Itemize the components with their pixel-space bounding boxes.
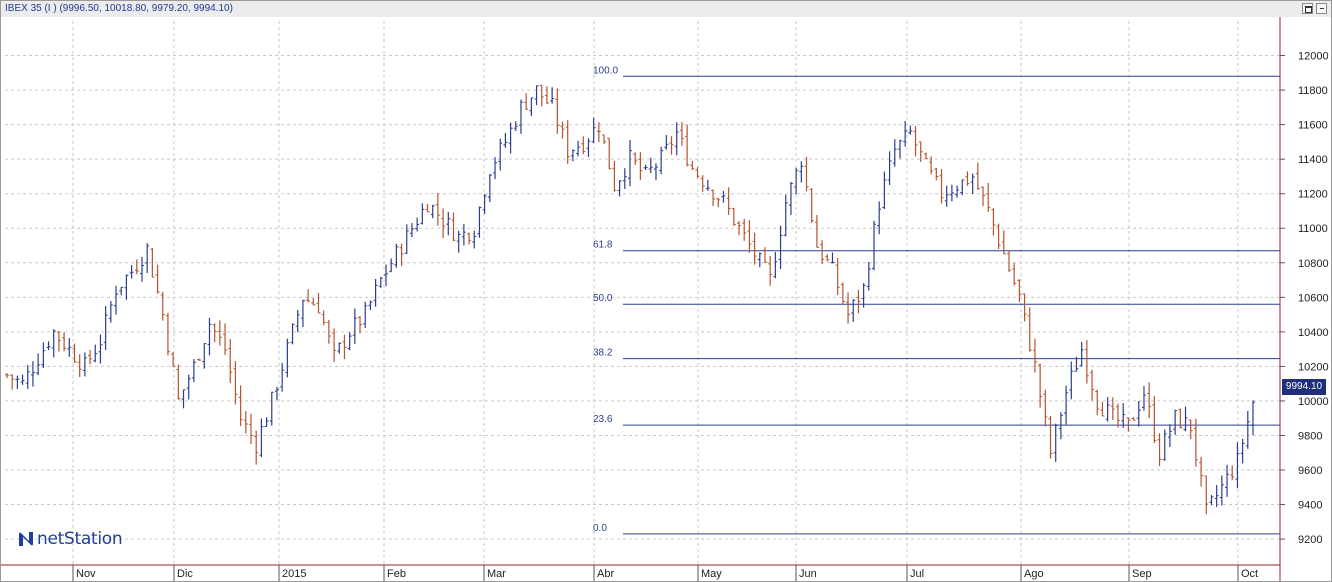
y-tick-label: 9200 [1298, 534, 1322, 546]
x-tick-label: 2015 [282, 568, 306, 580]
price-chart[interactable]: 100.0 61.8 50.0 38.2 23.6 0.0 9200 9400 9600 980… [1, 17, 1331, 581]
y-tick-label: 10400 [1298, 327, 1329, 339]
window-title: IBEX 35 (I ) (9996.50, 10018.80, 9979.20… [5, 3, 233, 14]
y-tick-label: 11000 [1298, 223, 1328, 235]
x-tick-label: Abr [597, 568, 614, 580]
x-tick-label: Ago [1024, 568, 1044, 580]
x-tick-label: Sep [1132, 568, 1152, 580]
y-tick-label: 9600 [1298, 465, 1322, 477]
y-tick-label: 10200 [1298, 361, 1329, 373]
logo-text: netStation [37, 529, 123, 549]
netstation-logo: netStation [17, 529, 123, 549]
y-tick-label: 10000 [1298, 396, 1329, 408]
fib-level-label: 38.2 [593, 348, 613, 359]
minimize-window-button[interactable] [1316, 3, 1327, 14]
fib-level-label: 50.0 [593, 293, 613, 304]
y-tick-label: 11800 [1298, 85, 1328, 97]
x-tick-label: Nov [76, 568, 96, 580]
x-tick-label: Jul [910, 568, 924, 580]
x-tick-label: Oct [1241, 568, 1258, 580]
x-tick-label: Feb [387, 568, 406, 580]
x-tick-label: Jun [799, 568, 817, 580]
chart-window: IBEX 35 (I ) (9996.50, 10018.80, 9979.20… [0, 0, 1332, 582]
y-tick-label: 12000 [1298, 51, 1329, 63]
last-price-tag: 9994.10 [1282, 379, 1326, 395]
y-tick-label: 11400 [1298, 154, 1328, 166]
x-tick-label: Mar [487, 568, 506, 580]
fib-level-label: 23.6 [593, 414, 613, 425]
fib-level-label: 100.0 [593, 65, 618, 76]
restore-window-button[interactable] [1302, 3, 1313, 14]
fib-level-label: 61.8 [593, 240, 613, 251]
y-tick-label: 11200 [1298, 189, 1328, 201]
netstation-n-logo-icon [19, 532, 33, 546]
y-tick-label: 10600 [1298, 292, 1329, 304]
fib-level-label: 0.0 [593, 523, 607, 534]
x-tick-label: May [701, 568, 722, 580]
y-tick-label: 11600 [1298, 120, 1328, 132]
y-tick-label: 9800 [1298, 430, 1322, 442]
x-tick-label: Dic [177, 568, 193, 580]
y-tick-label: 9400 [1298, 500, 1322, 512]
title-bar: IBEX 35 (I ) (9996.50, 10018.80, 9979.20… [1, 1, 1331, 18]
chart-background [1, 17, 1331, 581]
y-tick-label: 10800 [1298, 258, 1329, 270]
